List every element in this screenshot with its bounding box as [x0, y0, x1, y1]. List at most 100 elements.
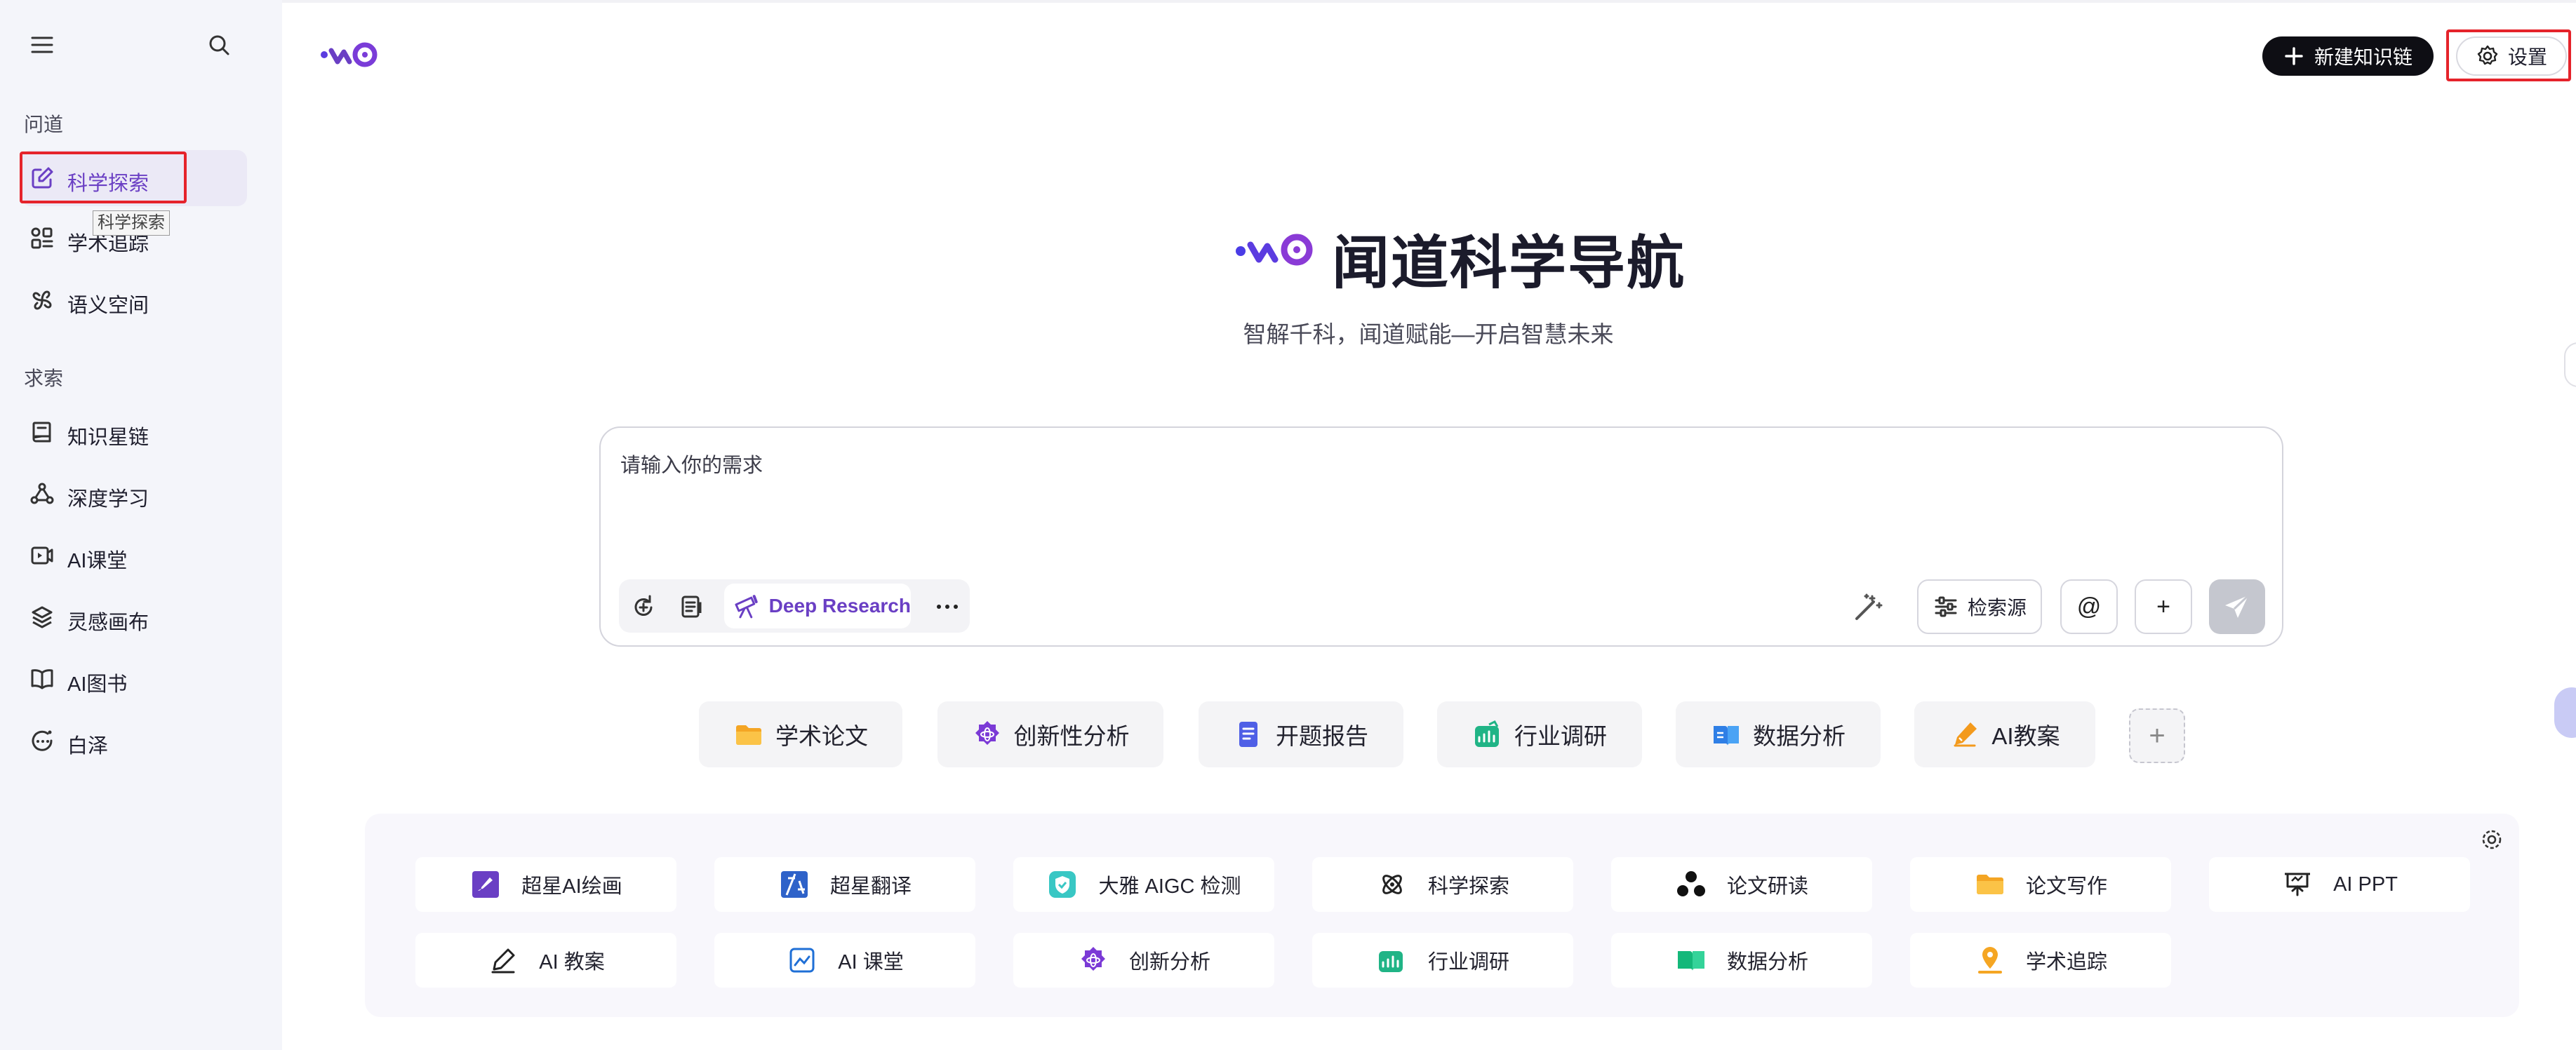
send-button[interactable] [2209, 579, 2265, 634]
hero-logo-icon [1236, 234, 1313, 266]
book-data-icon [1714, 726, 1739, 746]
search-icon[interactable] [205, 31, 233, 59]
sidebar-item-label: AI课堂 [67, 550, 128, 572]
shield-check-icon [1049, 871, 1076, 898]
tool-aigc-detect[interactable]: 大雅 AIGC 检测 [1013, 857, 1274, 912]
sidebar-item-label: 语义空间 [67, 295, 149, 317]
folder-icon [1976, 875, 2003, 894]
sidebar-item-label: AI图书 [67, 673, 128, 696]
atom-icon [1382, 875, 1402, 894]
more-icon[interactable] [933, 593, 961, 620]
nodes-icon [1676, 871, 1705, 896]
tool-label: 学术追踪 [2025, 951, 2107, 974]
book-data-icon [1677, 951, 1704, 971]
tooltip: 科学探索 [93, 210, 170, 236]
chart-up-icon [1378, 951, 1403, 972]
atom-badge-icon [975, 721, 999, 745]
chip-proposal-report[interactable]: 开题报告 [1199, 701, 1403, 767]
chip-label: 开题报告 [1276, 723, 1368, 749]
page-title: 闻道科学导航 [1332, 231, 1686, 295]
section-wendao: 问道 [24, 114, 64, 135]
tool-ai-ppt[interactable]: AI PPT [2209, 857, 2470, 912]
pen-icon [1954, 722, 1977, 747]
classroom-icon [789, 948, 815, 973]
highlight-box-sidebar [20, 152, 187, 203]
chip-label: AI教案 [1991, 723, 2060, 749]
menu-icon[interactable] [28, 31, 56, 59]
tool-paper-writing[interactable]: 论文写作 [1910, 857, 2171, 912]
plus-icon: + [2156, 593, 2170, 620]
pen-outline-icon [491, 948, 515, 974]
tool-label: 超星翻译 [829, 875, 912, 898]
sidebar-item-ai-class[interactable]: AI课堂 [21, 527, 247, 584]
flower-icon [32, 290, 52, 310]
sidebar-item-ai-books[interactable]: AI图书 [21, 651, 247, 707]
query-input[interactable] [620, 449, 2234, 533]
edge-handle[interactable] [2564, 342, 2576, 387]
magic-wand-icon[interactable] [1851, 591, 1885, 624]
apps-grid-icon [31, 227, 53, 249]
chip-academic-paper[interactable]: 学术论文 [699, 701, 902, 767]
tool-label: 行业调研 [1427, 951, 1509, 974]
panel-settings-icon[interactable] [2480, 828, 2504, 852]
sidebar-item-knowledge-chain[interactable]: 知识星链 [21, 404, 247, 460]
folder-icon [736, 725, 761, 745]
add-chip-button[interactable]: + [2129, 708, 2185, 763]
atom-badge-icon [1081, 947, 1105, 971]
tool-label: 论文写作 [2025, 875, 2107, 898]
brand-logo-icon[interactable] [317, 36, 380, 76]
chip-label: 数据分析 [1753, 723, 1846, 749]
sidebar-item-inspiration-canvas[interactable]: 灵感画布 [21, 589, 247, 645]
chip-ai-lesson-plan[interactable]: AI教案 [1914, 701, 2095, 767]
new-knowledge-chain-label: 新建知识链 [2314, 46, 2413, 68]
telescope-icon [735, 595, 758, 619]
search-source-button[interactable]: 检索源 [1917, 579, 2042, 634]
tool-data-analysis[interactable]: 数据分析 [1611, 933, 1872, 988]
sidebar-item-deep-learning[interactable]: 深度学习 [21, 466, 247, 522]
tool-ai-classroom[interactable]: AI 课堂 [714, 933, 975, 988]
tool-academic-tracking[interactable]: 学术追踪 [1910, 933, 2171, 988]
document-list-icon[interactable] [678, 593, 705, 620]
sidebar-item-label: 知识星链 [67, 426, 149, 449]
paint-icon [472, 871, 500, 898]
molecule-icon [30, 483, 54, 504]
tool-industry-research[interactable]: 行业调研 [1312, 933, 1573, 988]
new-knowledge-chain-button[interactable]: 新建知识链 [2262, 36, 2434, 76]
add-attachment-button[interactable]: + [2135, 579, 2192, 634]
search-source-label: 检索源 [1968, 597, 2027, 619]
translate-icon [780, 871, 808, 898]
tool-label: 超星AI绘画 [521, 875, 622, 898]
tool-paper-reading[interactable]: 论文研读 [1611, 857, 1872, 912]
chart-up-icon [1475, 720, 1499, 747]
page-subtitle: 智解千科，闻道赋能—开启智慧未来 [1243, 321, 1614, 347]
at-icon: @ [2076, 593, 2102, 620]
chip-label: 行业调研 [1514, 723, 1607, 749]
chip-industry-research[interactable]: 行业调研 [1437, 701, 1642, 767]
deep-research-label: Deep Research [768, 595, 911, 617]
tool-translate[interactable]: 超星翻译 [714, 857, 975, 912]
chip-innovation-analysis[interactable]: 创新性分析 [937, 701, 1163, 767]
tool-ai-painting[interactable]: 超星AI绘画 [415, 857, 676, 912]
plus-icon [2285, 47, 2303, 65]
refresh-plus-icon[interactable] [630, 593, 657, 620]
sidebar-top [28, 31, 239, 59]
deep-research-button[interactable]: Deep Research [724, 584, 911, 628]
chip-label: 创新性分析 [1013, 723, 1130, 749]
chat-dots-icon [32, 730, 53, 751]
tool-science-explore[interactable]: 科学探索 [1312, 857, 1573, 912]
chip-data-analysis[interactable]: 数据分析 [1676, 701, 1881, 767]
tool-label: AI 教案 [539, 951, 605, 974]
sliders-icon [1935, 596, 1957, 617]
layers-icon [32, 606, 53, 628]
mention-button[interactable]: @ [2060, 579, 2118, 634]
tool-ai-lesson-plan[interactable]: AI 教案 [415, 933, 676, 988]
highlight-box-settings [2446, 29, 2571, 81]
tool-label: AI PPT [2333, 873, 2398, 896]
sidebar-item-baize[interactable]: 白泽 [21, 713, 247, 769]
tool-innovation-analysis[interactable]: 创新分析 [1013, 933, 1274, 988]
edge-assistant-button[interactable] [2554, 687, 2576, 738]
tool-label: AI 课堂 [838, 951, 904, 974]
plus-icon: + [2149, 720, 2165, 751]
presentation-icon [2285, 873, 2311, 896]
document-icon [1239, 722, 1257, 747]
